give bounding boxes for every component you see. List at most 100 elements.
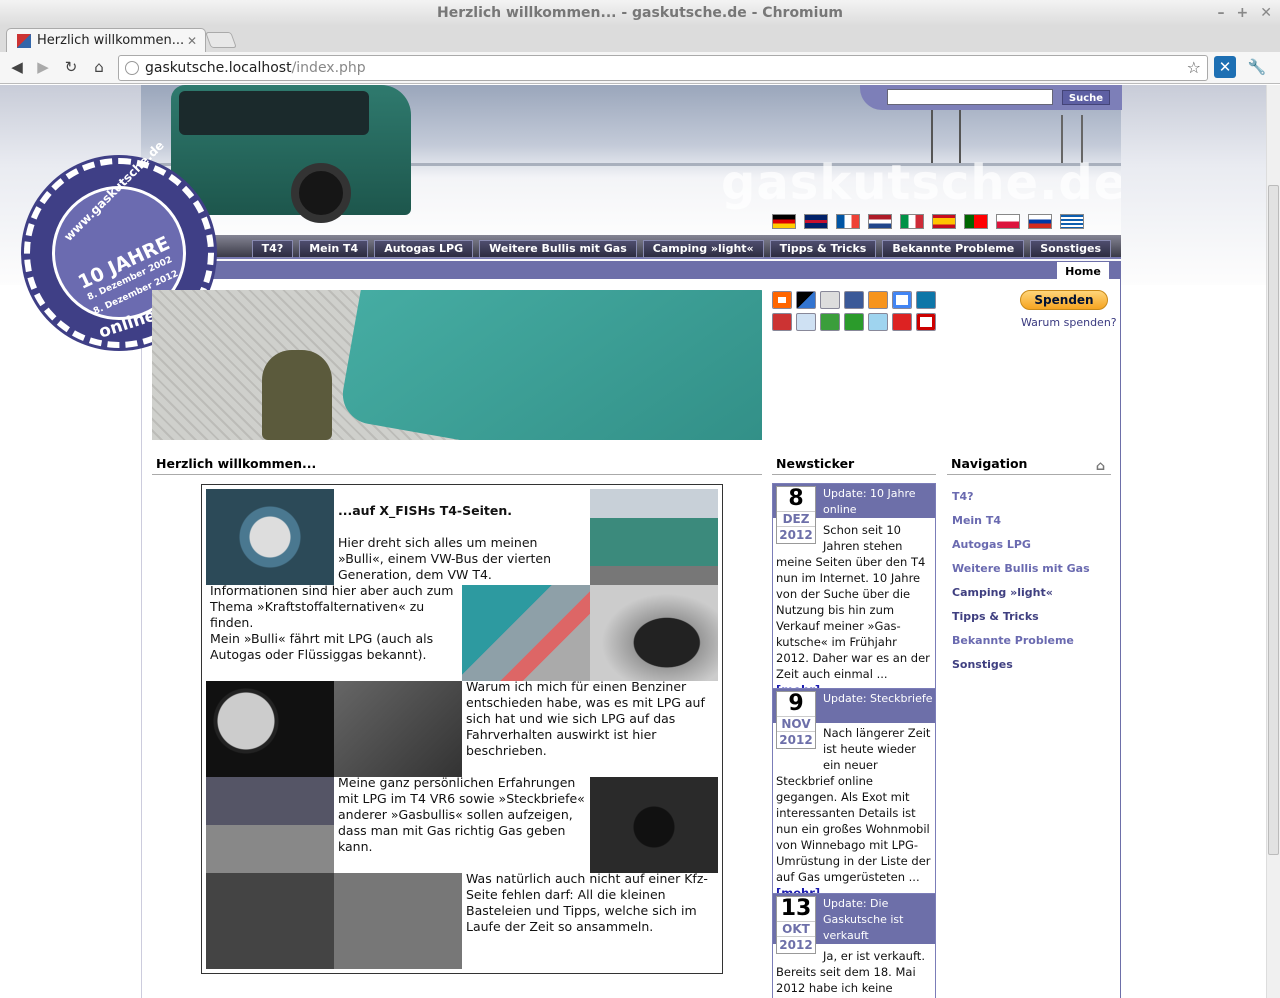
menu-item-tipps[interactable]: Tipps & Tricks: [769, 240, 877, 258]
gas-tank-photo: [590, 585, 718, 681]
menu-item-camping[interactable]: Camping »light«: [642, 240, 764, 258]
minimize-icon[interactable]: –: [1218, 0, 1225, 26]
site-brand: gaskutsche.de: [721, 155, 1121, 211]
delicious-icon[interactable]: [796, 291, 816, 309]
why-donate-link[interactable]: Warum spenden?: [1021, 316, 1117, 329]
nav-link-tipps[interactable]: Tipps & Tricks: [952, 610, 1039, 623]
friendfeed-icon[interactable]: [868, 291, 888, 309]
tab-strip: Herzlich willkommen... ✕: [0, 26, 1280, 52]
url-path: /index.php: [291, 60, 366, 76]
nav-link-autogas[interactable]: Autogas LPG: [952, 538, 1031, 551]
nav-link-probleme[interactable]: Bekannte Probleme: [952, 634, 1074, 647]
van-wheel: [291, 163, 351, 223]
twitter-icon[interactable]: [868, 313, 888, 331]
news-title[interactable]: Update: Steckbriefe: [823, 691, 935, 707]
dutch-flag[interactable]: [868, 214, 892, 229]
news-date: 13 OKT 2012: [776, 896, 816, 954]
van-roof: [338, 290, 762, 440]
news-day: 13: [780, 896, 812, 921]
mister-wong-icon[interactable]: [772, 313, 792, 331]
stumbleupon-icon[interactable]: [820, 313, 840, 331]
maximize-icon[interactable]: +: [1237, 0, 1249, 26]
menu-item-probleme[interactable]: Bekannte Probleme: [882, 240, 1025, 258]
intro-box: ...auf X_FISHs T4-Seiten. Hier dreht sic…: [201, 484, 723, 974]
new-tab-button[interactable]: [205, 32, 237, 48]
address-bar[interactable]: gaskutsche.localhost/index.php ☆: [118, 55, 1208, 81]
french-flag[interactable]: [836, 214, 860, 229]
favicon-icon: [17, 33, 31, 48]
nav-link-weitere-bullis[interactable]: Weitere Bullis mit Gas: [952, 562, 1090, 575]
news-item[interactable]: 13 OKT 2012 Update: Die Gaskutsche ist ver…: [772, 893, 936, 998]
portuguese-flag[interactable]: [964, 214, 988, 229]
polish-flag[interactable]: [996, 214, 1020, 229]
webnews-icon[interactable]: [892, 313, 912, 331]
intro-paragraph-6: Was natürlich auch nicht auf einer Kfz-S…: [466, 871, 708, 934]
home-icon[interactable]: ⌂: [88, 56, 110, 78]
news-title[interactable]: Update: Die Gaskutsche ist verkauft: [823, 896, 935, 944]
url-host: gaskutsche.localhost: [145, 60, 292, 76]
bookmark-star-icon[interactable]: ☆: [1187, 56, 1201, 80]
nav-link-camping[interactable]: Camping »light«: [952, 586, 1053, 599]
greek-flag[interactable]: [1060, 214, 1084, 229]
vertical-scrollbar[interactable]: [1266, 85, 1280, 998]
news-date: 9 NOV 2012: [776, 691, 816, 749]
spanish-flag[interactable]: [932, 214, 956, 229]
person-waving: [262, 350, 332, 440]
facebook-icon[interactable]: [844, 291, 864, 309]
back-icon[interactable]: ◀: [6, 56, 28, 78]
search-input[interactable]: [887, 89, 1053, 105]
window-title: Herzlich willkommen... - gaskutsche.de -…: [437, 5, 843, 21]
menu-item-t4[interactable]: T4?: [251, 240, 294, 258]
uk-flag[interactable]: [804, 214, 828, 229]
menu-item-mein-t4[interactable]: Mein T4: [299, 240, 369, 258]
forward-icon[interactable]: ▶: [32, 56, 54, 78]
intro-heading: Herzlich willkommen...: [152, 453, 762, 475]
dashboard-photo: [206, 873, 462, 969]
wrench-menu-icon[interactable]: 🔧: [1246, 56, 1268, 78]
browser-tab[interactable]: Herzlich willkommen... ✕: [6, 28, 206, 52]
close-window-icon[interactable]: ✕: [1260, 0, 1272, 26]
tab-close-icon[interactable]: ✕: [187, 34, 197, 48]
intro-paragraph-4: Warum ich mich für einen Benziner entsch…: [466, 679, 705, 758]
extension-icon[interactable]: ✕: [1214, 56, 1236, 78]
news-item[interactable]: 9 NOV 2012 Update: Steckbriefe Nach länger…: [772, 688, 936, 905]
news-item[interactable]: 8 DEZ 2012 Update: 10 Jahre online Schon s…: [772, 483, 936, 702]
share-icons: [772, 291, 936, 331]
scrollbar-thumb[interactable]: [1268, 185, 1279, 855]
intro-paragraph-3: Mein »Bulli« fährt mit LPG (auch als Aut…: [210, 631, 434, 662]
digg-icon[interactable]: [820, 291, 840, 309]
news-month: OKT: [777, 921, 815, 936]
news-month: DEZ: [777, 511, 815, 526]
nav-link-sonstiges[interactable]: Sonstiges: [952, 658, 1013, 671]
german-flag[interactable]: [772, 214, 796, 229]
speedometer-photo: [206, 681, 334, 777]
google-icon[interactable]: [892, 291, 912, 309]
linkedin-icon[interactable]: [916, 291, 936, 309]
nav-link-t4[interactable]: T4?: [952, 490, 974, 503]
menu-item-weitere-bullis[interactable]: Weitere Bullis mit Gas: [479, 240, 637, 258]
menu-item-sonstiges[interactable]: Sonstiges: [1030, 240, 1111, 258]
russian-flag[interactable]: [1028, 214, 1052, 229]
window-titlebar: Herzlich willkommen... - gaskutsche.de -…: [0, 0, 1280, 26]
rss-share-icon[interactable]: [772, 291, 792, 309]
hero-photo: [152, 290, 762, 440]
donate-button[interactable]: Spenden: [1020, 290, 1108, 310]
news-title[interactable]: Update: 10 Jahre online: [823, 486, 935, 518]
reload-icon[interactable]: ↻: [60, 56, 82, 78]
yahoo-icon[interactable]: [916, 313, 936, 331]
search-button[interactable]: Suche: [1062, 90, 1110, 105]
news-month: NOV: [777, 716, 815, 731]
nav-link-mein-t4[interactable]: Mein T4: [952, 514, 1001, 527]
tab-home[interactable]: Home: [1056, 261, 1110, 281]
news-year: 2012: [777, 731, 815, 748]
reddit-icon[interactable]: [796, 313, 816, 331]
menu-item-autogas[interactable]: Autogas LPG: [374, 240, 474, 258]
vr6-engine-photo: [334, 681, 462, 777]
main-menu: T4? Mein T4 Autogas LPG Weitere Bullis m…: [141, 235, 1121, 259]
technorati-icon[interactable]: [844, 313, 864, 331]
submenu-strip: [141, 261, 1121, 279]
intro-paragraph-5: Meine ganz persönlichen Erfahrungen mit …: [338, 775, 585, 854]
home-icon[interactable]: ⌂: [1096, 456, 1105, 478]
italian-flag[interactable]: [900, 214, 924, 229]
navigation-heading: Navigation ⌂: [947, 453, 1111, 475]
